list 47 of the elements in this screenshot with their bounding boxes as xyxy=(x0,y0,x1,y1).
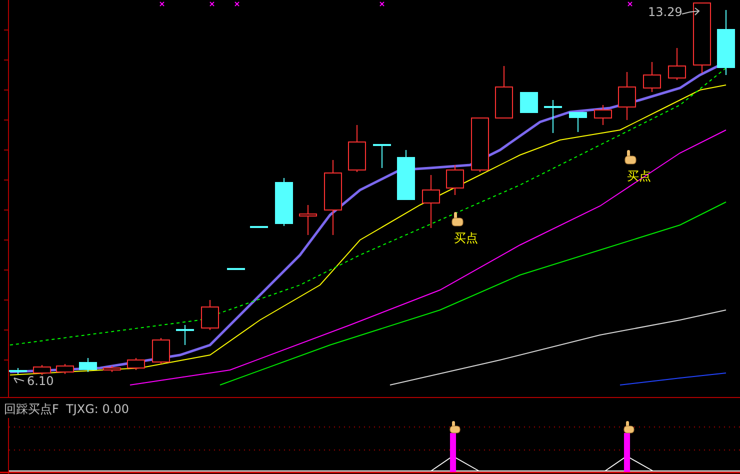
indicator-name: 回踩买点F xyxy=(4,402,59,416)
signal-bar xyxy=(450,433,456,472)
candlestick xyxy=(618,72,636,120)
high-pointer-arrow xyxy=(682,8,700,16)
candlestick xyxy=(56,364,74,374)
pointing-hand-icon xyxy=(452,212,464,226)
pointing-hand-icon xyxy=(624,421,634,434)
signal-bar xyxy=(624,433,630,472)
candlestick xyxy=(643,62,661,92)
cross-marker-icon xyxy=(160,2,164,6)
candlestick xyxy=(569,112,587,132)
candlestick xyxy=(348,124,366,172)
candlestick xyxy=(299,204,317,236)
candlestick xyxy=(33,364,51,376)
cross-marker-icon xyxy=(234,2,240,6)
candlestick xyxy=(275,178,293,226)
cross-marker-icon xyxy=(628,2,632,6)
candlestick xyxy=(471,118,489,172)
cross-marker-icon xyxy=(210,2,214,6)
candlestick xyxy=(693,2,711,74)
candlestick xyxy=(520,92,538,114)
candlestick xyxy=(373,144,391,168)
candlestick xyxy=(495,66,513,118)
candlestick xyxy=(594,104,612,126)
candlestick xyxy=(127,358,145,370)
candlestick xyxy=(544,100,562,134)
low-price-label: 6.10 xyxy=(27,374,54,388)
pointing-hand-icon xyxy=(624,150,636,164)
candlestick xyxy=(103,366,121,372)
candlestick xyxy=(176,324,194,346)
candlestick xyxy=(79,358,97,372)
high-price-label: 13.29 xyxy=(648,5,682,19)
candlestick xyxy=(9,368,27,374)
candlestick xyxy=(250,226,268,228)
candlestick xyxy=(201,300,219,330)
candlestick xyxy=(227,268,245,270)
low-pointer-arrow xyxy=(14,378,24,384)
candlestick xyxy=(717,10,735,76)
candlestick xyxy=(152,338,170,364)
cross-marker-icon xyxy=(380,2,384,6)
indicator-reading: TJXG: 0.00 xyxy=(66,402,129,416)
candlestick xyxy=(446,164,464,196)
candlestick xyxy=(668,48,686,80)
candlestick xyxy=(397,150,415,200)
candlestick xyxy=(422,174,440,228)
buy-point-label: 买点 xyxy=(454,231,478,245)
pointing-hand-icon xyxy=(450,421,460,434)
